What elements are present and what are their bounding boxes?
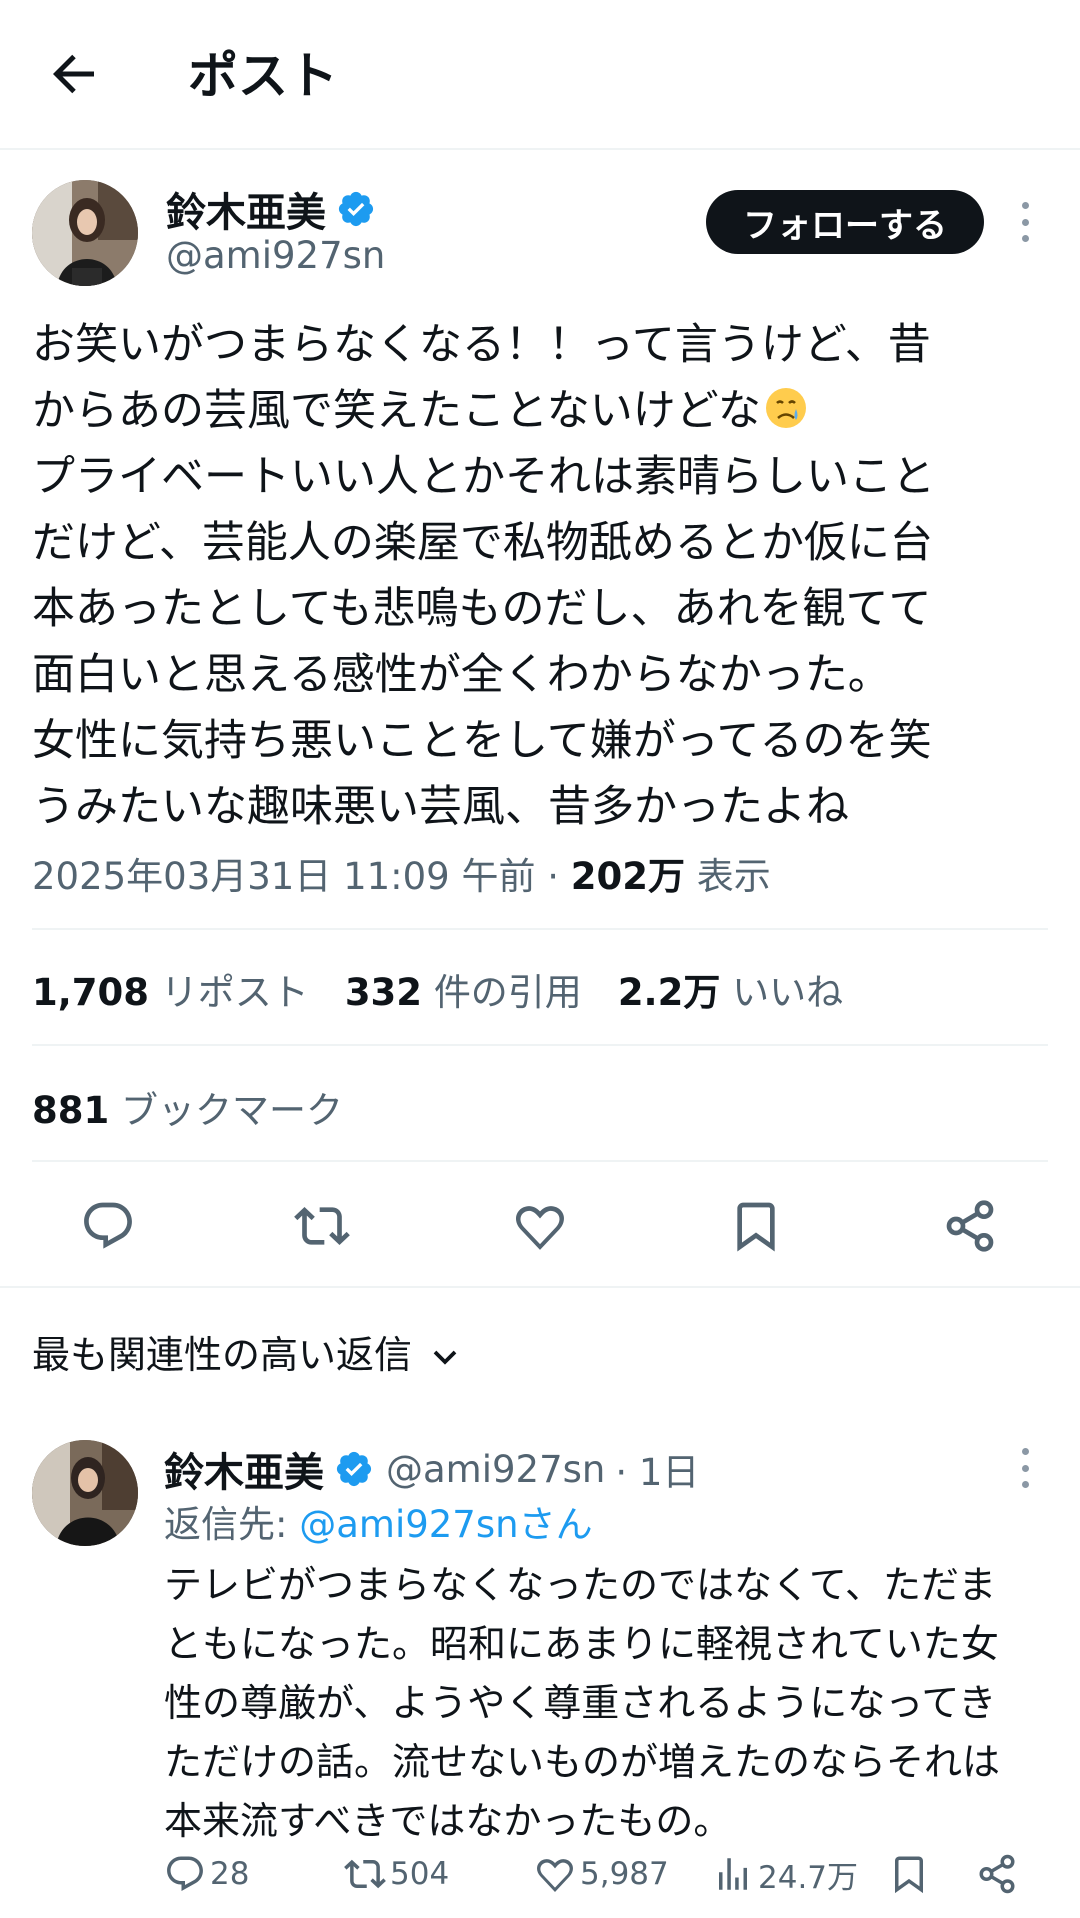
reply-bookmark-icon[interactable] [888, 1846, 934, 1902]
reposts-label: リポスト [160, 971, 309, 1014]
replies-sort-label: 最も関連性の高い返信 [32, 1333, 413, 1377]
reply-to-line: 返信先: @ami927snさん [164, 1494, 593, 1548]
likes-count: 2.2万 [617, 971, 721, 1014]
avatar[interactable] [32, 180, 138, 286]
reply-text-line: 性の尊厳が、ようやく尊重されるようになってき [164, 1681, 997, 1725]
reply-views-count: 24.7万 [758, 1859, 859, 1896]
reply-icon [167, 1856, 203, 1891]
author-name-row: 鈴木亜美 [166, 180, 376, 238]
back-arrow-icon[interactable] [44, 44, 104, 104]
chevron-down-icon [430, 1337, 460, 1367]
reposts-count: 1,708 [32, 971, 150, 1014]
reply-reply-button[interactable]: 28 [164, 1846, 249, 1902]
reply-text: テレビがつまらなくなったのではなくて、ただま ともになった。昭和にあまりに軽視さ… [164, 1556, 1064, 1851]
reply-action-bar: 28 504 5,987 24.7万 [164, 1846, 1064, 1902]
likes-label: いいね [732, 971, 844, 1014]
reply-to-mention[interactable]: @ami927snさん [299, 1503, 592, 1546]
more-options-icon[interactable] [1010, 202, 1040, 242]
post-text-line: 女性に気持ち悪いことをして嫌がってるのを笑 [32, 716, 932, 766]
divider [0, 1286, 1080, 1288]
divider [32, 1160, 1048, 1162]
author-handle[interactable]: @ami927sn [166, 234, 385, 277]
reply-icon[interactable] [80, 1198, 136, 1254]
post-text-line: うみたいな趣味悪い芸風、昔多かったよね [32, 782, 849, 832]
reply-avatar[interactable] [32, 1440, 138, 1546]
post-text: お笑いがつまらなくなる！！って言うけど、昔 からあの芸風で笑えたことないけどな … [32, 312, 1062, 840]
post-action-bar [0, 1186, 1080, 1266]
reply-text-line: 本来流すべきではなかったもの。 [164, 1799, 732, 1843]
bookmark-icon[interactable] [728, 1198, 784, 1254]
reply-author-name[interactable]: 鈴木亜美 [164, 1440, 324, 1498]
divider [32, 1044, 1048, 1046]
reply-like-button[interactable]: 5,987 [534, 1846, 669, 1902]
post-text-line-content: からあの芸風で笑えたことないけどな [32, 386, 761, 436]
meta-separator: · [547, 855, 560, 898]
reply-more-options-icon[interactable] [1010, 1448, 1040, 1488]
bookmarks-label: ブックマーク [121, 1089, 343, 1132]
reply-replies-count: 28 [210, 1856, 250, 1892]
reply-author-row: 鈴木亜美 @ami927sn · 1日 [164, 1440, 699, 1498]
quotes-stat[interactable]: 332 件の引用 [345, 962, 582, 1016]
reply-repost-button[interactable]: 504 [344, 1846, 449, 1902]
likes-stat[interactable]: 2.2万 いいね [618, 962, 843, 1016]
post-text-line: 本あったとしても悲鳴ものだし、あれを観てて [32, 584, 932, 634]
post-text-line: お笑いがつまらなくなる！！って言うけど、昔 [32, 320, 931, 370]
verified-badge-icon [336, 189, 376, 229]
divider [32, 928, 1048, 930]
reply-likes-count: 5,987 [580, 1856, 669, 1892]
post-text-line: からあの芸風で笑えたことないけどな [32, 378, 1062, 444]
top-bar: ポスト [0, 0, 1080, 150]
repost-icon[interactable] [294, 1198, 350, 1254]
reply-views-button[interactable]: 24.7万 [712, 1846, 858, 1902]
views-chart-icon [719, 1858, 747, 1890]
post-text-line: 面白いと思える感性が全くわからなかった。 [32, 650, 891, 700]
post-text-line: プライベートいい人とかそれは素晴らしいこと [32, 452, 935, 502]
reply-author-handle[interactable]: @ami927sn [386, 1448, 605, 1491]
author-name[interactable]: 鈴木亜美 [166, 180, 326, 238]
timestamp[interactable]: 2025年03月31日 11:09 午前 [32, 855, 535, 898]
repost-icon [344, 1859, 386, 1889]
bookmarks-stat[interactable]: 881 ブックマーク [32, 1080, 343, 1134]
reply-text-line: ともになった。昭和にあまりに軽視されていた女 [164, 1622, 999, 1666]
share-icon[interactable] [942, 1198, 998, 1254]
reply-time[interactable]: · 1日 [615, 1442, 699, 1496]
reply-reposts-count: 504 [390, 1856, 450, 1892]
post-text-line: だけど、芸能人の楽屋で私物舐めるとか仮に台 [32, 518, 933, 568]
quotes-count: 332 [344, 971, 423, 1014]
reply-text-line: テレビがつまらなくなったのではなくて、ただま [164, 1563, 997, 1607]
quotes-label: 件の引用 [433, 971, 582, 1014]
crying-face-icon [763, 384, 809, 430]
page-title: ポスト [188, 47, 338, 105]
follow-button[interactable]: フォローする [706, 190, 984, 254]
bookmarks-count: 881 [32, 1089, 110, 1132]
verified-badge-icon [334, 1449, 374, 1489]
views-count: 202万 [570, 855, 686, 898]
like-icon [537, 1859, 573, 1892]
like-icon[interactable] [512, 1198, 568, 1254]
post-meta: 2025年03月31日 11:09 午前 · 202万 表示 [32, 846, 771, 900]
replies-sort-dropdown[interactable]: 最も関連性の高い返信 [32, 1324, 460, 1379]
post-stats: 1,708 リポスト 332 件の引用 2.2万 いいね [32, 962, 879, 1016]
reply-text-line: ただけの話。流せないものが増えたのならそれは [164, 1740, 1001, 1784]
reply-share-icon[interactable] [976, 1846, 1022, 1902]
views-label: 表示 [696, 855, 771, 898]
reposts-stat[interactable]: 1,708 リポスト [32, 962, 309, 1016]
reply-to-label: 返信先: [164, 1503, 300, 1546]
